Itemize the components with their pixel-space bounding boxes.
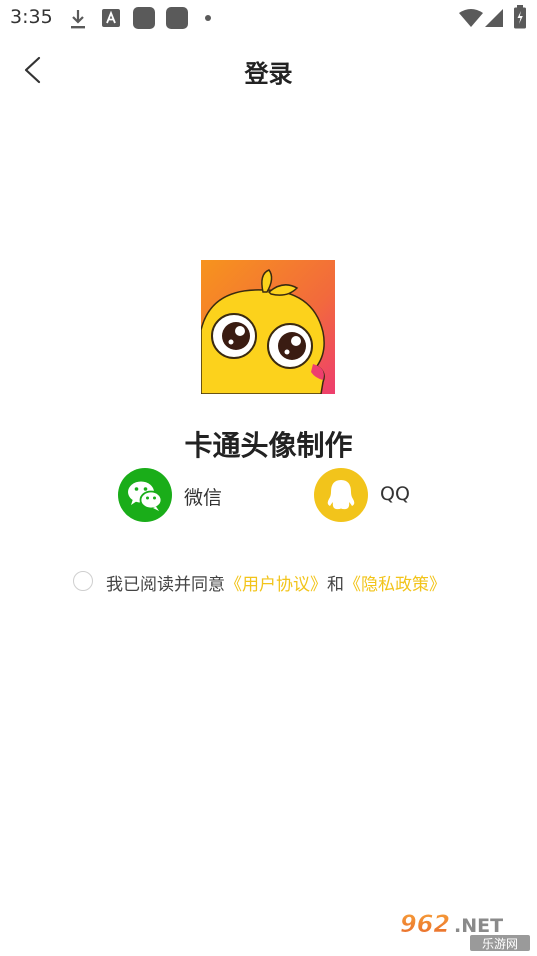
agreement-row: 我已阅读并同意《用户协议》和《隐私政策》 [73,570,513,596]
svg-text:962: 962 [400,910,450,938]
app-square-icon [133,7,155,29]
wechat-login-button[interactable]: 微信 [118,468,238,522]
qq-login-button[interactable]: QQ [314,468,424,522]
dot-icon [205,15,211,21]
app-name: 卡通头像制作 [184,429,353,462]
header: 登录 [0,40,537,102]
status-time: 3:35 [10,6,53,28]
wechat-icon [118,468,172,522]
wifi-icon [459,9,483,27]
font-a-icon [102,9,120,27]
svg-text:.NET: .NET [454,915,503,937]
agree-checkbox[interactable] [73,571,93,591]
agreement-conjunction: 和 [327,575,344,595]
signal-icon [485,9,503,27]
qq-penguin-icon [314,468,368,522]
download-icon [71,10,85,29]
qq-label: QQ [380,483,410,505]
privacy-policy-link[interactable]: 《隐私政策》 [344,575,446,595]
user-agreement-link[interactable]: 《用户协议》 [225,575,327,595]
login-screen: 3:35 登录 卡通头像制作 微信 QQ 我已阅读并同意《用户协议》和《隐私政策… [0,0,537,956]
battery-icon [514,5,526,29]
app-square-icon [166,7,188,29]
page-title: 登录 [244,60,293,88]
watermark-logo: 962 .NET 乐游网 [398,910,532,952]
agreement-text: 我已阅读并同意《用户协议》和《隐私政策》 [106,570,446,595]
status-bar: 3:35 [0,0,537,38]
wechat-label: 微信 [184,487,223,509]
agreement-prefix: 我已阅读并同意 [106,575,225,595]
svg-text:乐游网: 乐游网 [482,937,518,951]
cartoon-chick-logo [201,260,335,394]
